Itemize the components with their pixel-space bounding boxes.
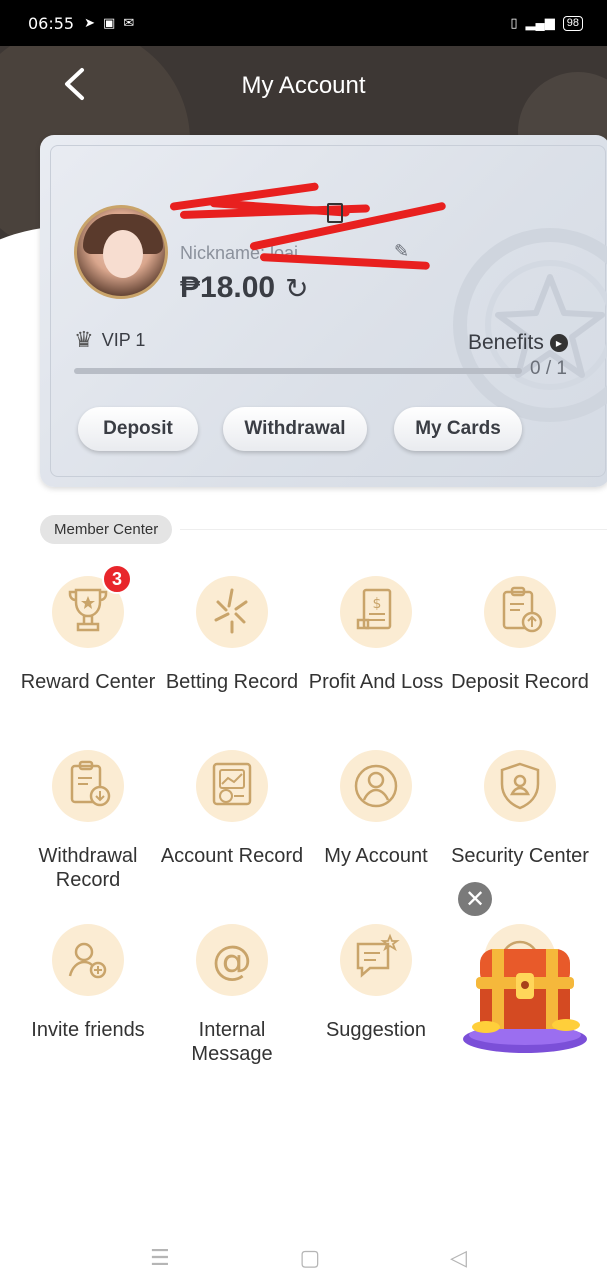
invite-icon [68,942,107,979]
member-item-label: Withdrawal Record [38,845,138,891]
receipt-icon: $ [356,588,392,630]
member-item-account-record[interactable]: Account Record [160,750,304,868]
balance-amount: ₱18.00 [180,271,276,304]
home-nav-icon[interactable]: ▢ [300,1245,321,1271]
vibrate-icon: ▯ [510,15,518,30]
member-item-deposit-record[interactable]: Deposit Record [448,576,592,694]
member-item-label: Invite friends [31,1019,145,1041]
deposit-record-icon [502,586,543,633]
balance-row: ₱18.00 ↻ [180,271,309,305]
benefits-link[interactable]: Benefits ▸ [468,331,568,355]
member-item-profit-and-loss[interactable]: $ Profit And Loss [304,576,448,694]
member-item-icon-bg: @ [196,924,268,996]
withdrawal-record-icon [70,760,111,807]
my-cards-button[interactable]: My Cards [394,407,522,451]
member-item-internal-message[interactable]: @ Internal Message [160,924,304,1066]
withdrawal-button[interactable]: Withdrawal [223,407,367,451]
avatar-face [103,230,143,278]
vip-row: ♛ VIP 1 [74,327,145,353]
avatar[interactable] [74,205,168,299]
notification-icons: ➤ ▣ ✉ [84,16,134,30]
chevron-left-icon [65,68,84,100]
star-watermark-icon [453,228,607,422]
back-button[interactable] [54,64,94,104]
notification-badge: 3 [102,564,132,594]
signal-icon: ▂▄▆ [525,15,555,30]
member-item-icon-bg [52,750,124,822]
edit-pencil-icon[interactable]: ✎ [394,241,409,262]
member-item-label: Suggestion [325,1019,427,1041]
close-icon[interactable]: ✕ [458,882,492,916]
user-icon [354,764,398,808]
at-icon: @ [212,938,252,984]
telegram-icon: ➤ [84,15,96,30]
member-item-withdrawal-record[interactable]: Withdrawal Record [16,750,160,892]
member-item-icon-bg [196,750,268,822]
member-center-label: Member Center [40,515,173,544]
chevron-right-icon: ▸ [549,334,568,352]
member-item-icon-bg [484,576,556,648]
suggestion-icon [356,933,400,978]
refresh-icon[interactable]: ↻ [285,272,308,305]
mail-icon: ✉ [123,15,135,30]
member-item-label: Account Record [160,845,304,867]
member-item-label: Betting Record [165,671,299,693]
system-icons: ▯ ▂▄▆ 98 [510,15,583,31]
treasure-chest-icon[interactable] [462,935,588,1055]
shield-icon [500,762,540,810]
status-time: 06:55 [28,13,75,33]
deposit-button[interactable]: Deposit [78,407,198,451]
menu-nav-icon[interactable]: ☰ [150,1245,170,1271]
svg-text:$: $ [373,596,382,612]
member-item-icon-bg: 3 [52,564,132,648]
member-item-reward-center[interactable]: 3 Reward Center [16,564,160,694]
divider [180,529,607,530]
member-item-icon-bg [484,750,556,822]
member-item-betting-record[interactable]: Betting Record [160,576,304,694]
vip-progress-text: 0 / 1 [530,358,567,379]
battery-icon: 98 [562,15,583,31]
member-item-label: Profit And Loss [308,671,444,693]
member-item-icon-bg [340,924,412,996]
member-item-icon-bg: $ [340,576,412,648]
benefits-label: Benefits [468,331,544,354]
member-item-icon-bg [340,750,412,822]
member-item-invite-friends[interactable]: Invite friends [16,924,160,1042]
account-card: Nickname: loai ✎ ₱18.00 ↻ ♛ VIP 1 Benefi… [40,135,607,487]
member-item-security-center[interactable]: Security Center [448,750,592,868]
app-icon: ▣ [103,15,116,30]
member-item-label: Security Center [451,845,589,867]
member-item-my-account[interactable]: My Account [304,750,448,868]
member-item-label: My Account [324,845,428,867]
crown-icon: ♛ [74,327,94,352]
vip-progress-bar [74,368,522,374]
betting-icon [214,588,248,634]
vip-level: VIP 1 [101,329,146,350]
back-nav-icon[interactable]: ◁ [450,1245,467,1271]
member-item-label: Reward Center [20,671,156,693]
account-record-icon [212,762,252,806]
system-nav-bar: ☰ ▢ ◁ [0,1236,607,1280]
svg-text:@: @ [212,938,252,984]
member-item-label: Internal Message [191,1019,273,1065]
member-item-icon-bg [52,924,124,996]
member-item-icon-bg [196,576,268,648]
status-bar: 06:55 ➤ ▣ ✉ ▯ ▂▄▆ 98 [0,0,607,46]
copy-icon[interactable] [327,203,343,223]
member-item-label: Deposit Record [451,671,589,693]
member-item-suggestion[interactable]: Suggestion [304,924,448,1042]
